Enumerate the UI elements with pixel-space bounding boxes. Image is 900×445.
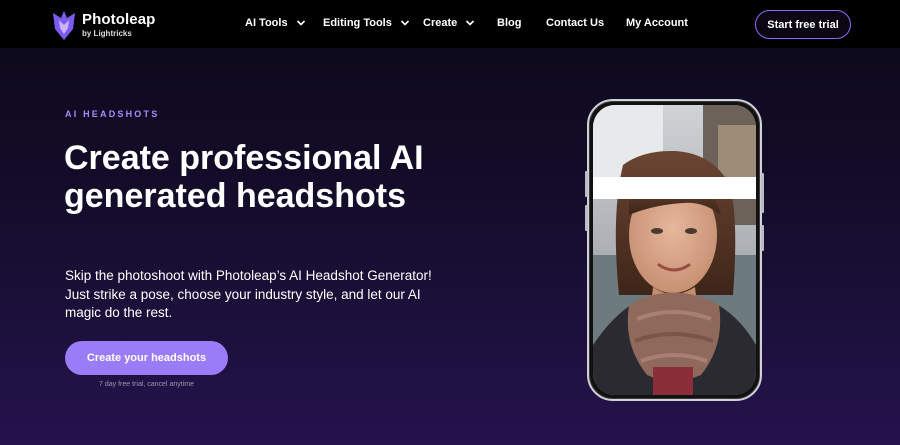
nav-contact-us-label: Contact Us (546, 17, 605, 29)
nav-blog[interactable]: Blog (497, 17, 521, 29)
photoleap-logo-icon (53, 11, 75, 40)
eyebrow-label: AI HEADSHOTS (65, 109, 160, 119)
phone-side-button (585, 205, 588, 231)
nav-ai-tools[interactable]: AI Tools (245, 17, 306, 29)
logo-subtitle: by Lightricks (82, 29, 132, 38)
create-headshots-button[interactable]: Create your headshots (65, 341, 228, 375)
phone-mockup (585, 99, 764, 401)
nav-contact-us[interactable]: Contact Us (546, 17, 604, 29)
hero-subtext: Skip the photoshoot with Photoleap’s AI … (65, 268, 432, 320)
start-free-trial-button[interactable]: Start free trial (755, 10, 851, 39)
nav-ai-tools-label: AI Tools (245, 17, 288, 29)
nav-my-account-label: My Account (626, 17, 688, 29)
phone-side-button (761, 225, 764, 251)
top-navbar: Photoleap by Lightricks AI Tools Editing… (0, 0, 900, 48)
chevron-down-icon (466, 20, 475, 26)
chevron-down-icon (400, 20, 409, 26)
headshot-preview-image (593, 105, 756, 395)
nav-editing-tools[interactable]: Editing Tools (323, 17, 410, 29)
nav-my-account[interactable]: My Account (626, 17, 688, 29)
nav-blog-label: Blog (497, 17, 522, 29)
nav-create-label: Create (423, 17, 458, 29)
headshot-portrait-image (593, 105, 756, 395)
nav-editing-tools-label: Editing Tools (323, 17, 392, 29)
nav-create[interactable]: Create (423, 17, 475, 29)
trial-note: 7 day free trial, cancel anytime (99, 381, 194, 388)
photoleap-logo[interactable]: Photoleap by Lightricks (50, 9, 155, 41)
phone-side-button (761, 173, 764, 213)
phone-side-button (585, 171, 588, 197)
hero-headline: Create professional AI generated headsho… (64, 139, 424, 215)
logo-title: Photoleap (82, 11, 156, 28)
chevron-down-icon (296, 20, 305, 26)
